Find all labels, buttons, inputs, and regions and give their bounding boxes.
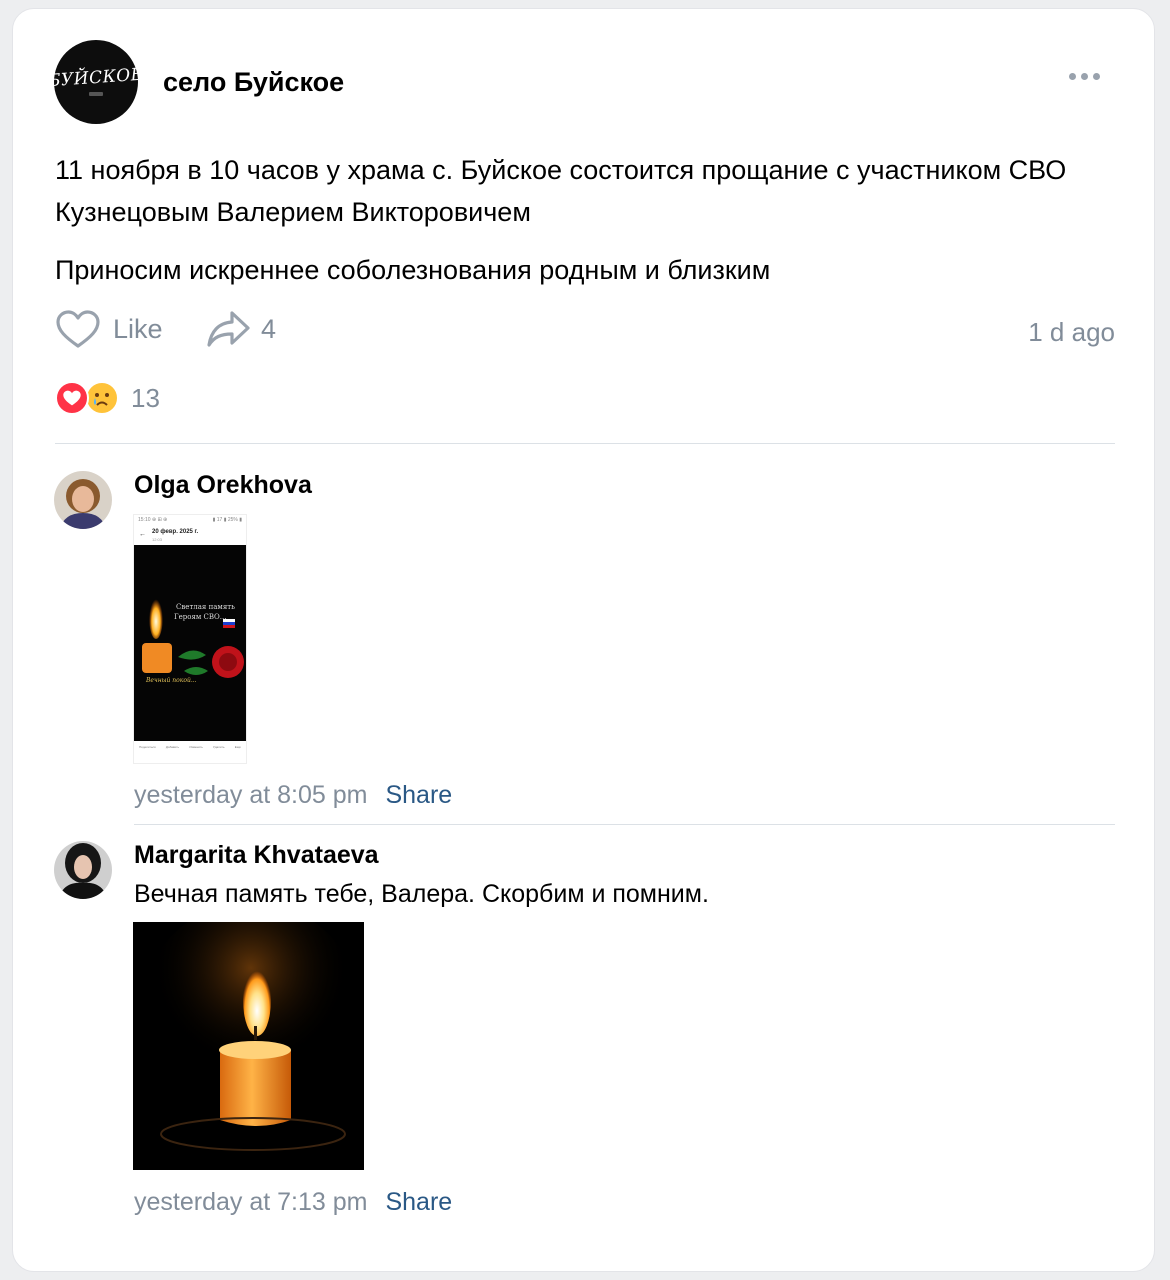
post-card: БУЙСКОЕ село Буйское 11 ноября в 10 часо… xyxy=(12,8,1155,1272)
memorial-caption-line1: Светлая память xyxy=(176,603,235,611)
back-arrow-icon: ← xyxy=(139,531,146,538)
share-button[interactable]: 4 xyxy=(205,309,276,349)
heart-outline-icon xyxy=(56,310,100,348)
post-timestamp[interactable]: 1 d ago xyxy=(1028,317,1115,348)
post-text: 11 ноября в 10 часов у храма с. Буйское … xyxy=(55,149,1115,291)
more-options-icon[interactable] xyxy=(1069,73,1100,80)
group-avatar[interactable]: БУЙСКОЕ xyxy=(48,40,144,124)
avatar[interactable] xyxy=(54,841,112,899)
comment-author[interactable]: Margarita Khvataeva xyxy=(134,841,379,870)
memorial-image: Светлая память Героям СВО... Вечный поко… xyxy=(134,545,246,741)
group-name[interactable]: село Буйское xyxy=(163,67,344,98)
comment-meta: yesterday at 7:13 pm Share xyxy=(134,1188,452,1217)
avatar[interactable] xyxy=(54,471,112,529)
date-sub: 12:03 xyxy=(152,537,163,542)
comment-share-link[interactable]: Share xyxy=(385,781,452,810)
date-header: 20 февр. 2025 г. xyxy=(152,529,199,535)
toolbar-item: Удалить xyxy=(213,745,225,749)
status-bar-right: ▮ 17 ▮ 25% ▮ xyxy=(212,517,242,523)
toolbar-item: Поделиться xyxy=(139,745,156,749)
like-button[interactable]: Like xyxy=(55,309,163,349)
toolbar-item: Изменить xyxy=(189,745,203,749)
logo-underline xyxy=(89,92,103,96)
reactions-summary[interactable]: 13 xyxy=(55,381,160,415)
reactions-count: 13 xyxy=(131,382,160,413)
memorial-caption-line2: Героям СВО... xyxy=(174,613,227,621)
screenshot-toolbar: Поделиться Добавить Изменить Удалить Ещё xyxy=(134,745,246,749)
memorial-sign: Вечный покой... xyxy=(146,677,197,684)
status-bar-text: 15:10 ⊕ ⊞ ⊕ xyxy=(138,517,168,523)
post-paragraph: 11 ноября в 10 часов у храма с. Буйское … xyxy=(55,155,1067,227)
candle-image xyxy=(133,922,364,1170)
comment-meta: yesterday at 8:05 pm Share xyxy=(134,781,452,810)
heart-reaction-icon xyxy=(55,381,89,415)
comment-attachment-photo[interactable] xyxy=(133,922,364,1170)
toolbar-item: Ещё xyxy=(234,745,241,749)
comment-timestamp[interactable]: yesterday at 7:13 pm xyxy=(134,1188,367,1217)
comment-timestamp[interactable]: yesterday at 8:05 pm xyxy=(134,781,367,810)
share-count: 4 xyxy=(261,313,277,344)
divider xyxy=(55,443,1115,444)
comment-text: Вечная память тебе, Валера. Скорбим и по… xyxy=(134,880,709,908)
like-label: Like xyxy=(113,313,163,344)
divider xyxy=(134,824,1115,825)
post-actions: Like 4 1 d ago xyxy=(55,309,1115,353)
crying-reaction-icon xyxy=(85,381,119,415)
post-paragraph: Приносим искреннее соболезнования родным… xyxy=(55,255,771,285)
comment-attachment-screenshot[interactable]: 15:10 ⊕ ⊞ ⊕ ▮ 17 ▮ 25% ▮ ← 20 февр. 2025… xyxy=(133,514,247,764)
comment-share-link[interactable]: Share xyxy=(385,1188,452,1217)
group-logo-text: БУЙСКОЕ xyxy=(47,64,145,92)
comment-author[interactable]: Olga Orekhova xyxy=(134,471,312,500)
share-arrow-icon xyxy=(207,311,250,347)
toolbar-item: Добавить xyxy=(165,745,180,749)
